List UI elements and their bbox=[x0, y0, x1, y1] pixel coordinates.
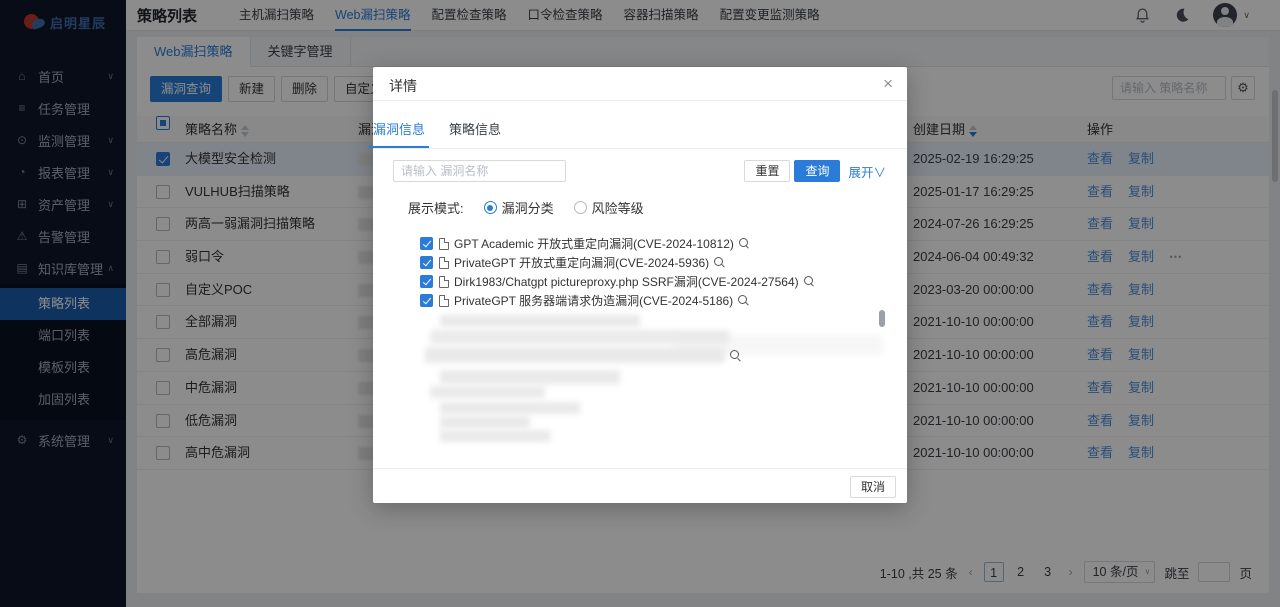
cancel-button[interactable]: 取消 bbox=[850, 476, 896, 498]
vuln-item: PrivateGPT 开放式重定向漏洞(CVE-2024-5936) bbox=[420, 253, 816, 272]
display-mode-row: 展示模式: 漏洞分类 风险等级 bbox=[408, 198, 644, 217]
modal-header: 详情 × bbox=[373, 67, 907, 101]
document-icon bbox=[439, 295, 449, 307]
modal-footer: 取消 bbox=[373, 468, 907, 503]
radio-icon bbox=[484, 201, 497, 214]
vuln-search-input[interactable] bbox=[393, 160, 566, 182]
vuln-checkbox[interactable] bbox=[420, 237, 433, 250]
vuln-checkbox[interactable] bbox=[420, 294, 433, 307]
document-icon bbox=[439, 276, 449, 288]
modal-tabs: 策略信息漏洞信息 bbox=[373, 117, 907, 149]
vuln-name: GPT Academic 开放式重定向漏洞(CVE-2024-10812) bbox=[454, 235, 734, 252]
vuln-checkbox-list: GPT Academic 开放式重定向漏洞(CVE-2024-10812) Pr… bbox=[420, 234, 816, 310]
search-icon[interactable] bbox=[804, 276, 816, 288]
radio-option[interactable]: 漏洞分类 bbox=[484, 198, 554, 217]
radio-label: 风险等级 bbox=[592, 198, 644, 217]
vuln-item: GPT Academic 开放式重定向漏洞(CVE-2024-10812) bbox=[420, 234, 816, 253]
vuln-checkbox[interactable] bbox=[420, 275, 433, 288]
radio-icon bbox=[574, 201, 587, 214]
modal-search-buttons: 重置 查询 展开∨ bbox=[744, 160, 886, 182]
search-icon[interactable] bbox=[739, 238, 751, 250]
modal-tab[interactable]: 漏洞信息 bbox=[373, 117, 425, 148]
vuln-name: Dirk1983/Chatgpt pictureproxy.php SSRF漏洞… bbox=[454, 273, 799, 290]
search-icon[interactable] bbox=[730, 350, 742, 362]
radio-option[interactable]: 风险等级 bbox=[574, 198, 644, 217]
modal-title: 详情 bbox=[389, 76, 417, 96]
radio-group: 漏洞分类 风险等级 bbox=[484, 198, 644, 217]
display-mode-label: 展示模式: bbox=[408, 198, 464, 217]
vuln-name: PrivateGPT 开放式重定向漏洞(CVE-2024-5936) bbox=[454, 254, 709, 271]
vuln-item: Dirk1983/Chatgpt pictureproxy.php SSRF漏洞… bbox=[420, 272, 816, 291]
close-icon[interactable]: × bbox=[883, 73, 893, 95]
query-button[interactable]: 查询 bbox=[794, 160, 840, 182]
radio-label: 漏洞分类 bbox=[502, 198, 554, 217]
expand-link[interactable]: 展开∨ bbox=[848, 162, 886, 181]
detail-modal: 详情 × 策略信息漏洞信息 重置 查询 展开∨ 展示模式: 漏洞分类 bbox=[373, 67, 907, 503]
document-icon bbox=[439, 238, 449, 250]
modal-tab[interactable]: 策略信息 bbox=[449, 117, 501, 148]
document-icon bbox=[439, 257, 449, 269]
vuln-checkbox[interactable] bbox=[420, 256, 433, 269]
vuln-name: PrivateGPT 服务器端请求伪造漏洞(CVE-2024-5186) bbox=[454, 292, 733, 309]
search-icon[interactable] bbox=[738, 295, 750, 307]
app-screen: 启明星辰 ⌂ 首页 ∨ ≡ 任务管理 ⊙ 监测管理 ∨ bbox=[0, 0, 1280, 607]
search-icon[interactable] bbox=[714, 257, 726, 269]
vuln-item: PrivateGPT 服务器端请求伪造漏洞(CVE-2024-5186) bbox=[420, 291, 816, 310]
modal-scrollbar-thumb[interactable] bbox=[879, 310, 885, 327]
reset-button[interactable]: 重置 bbox=[744, 160, 790, 182]
